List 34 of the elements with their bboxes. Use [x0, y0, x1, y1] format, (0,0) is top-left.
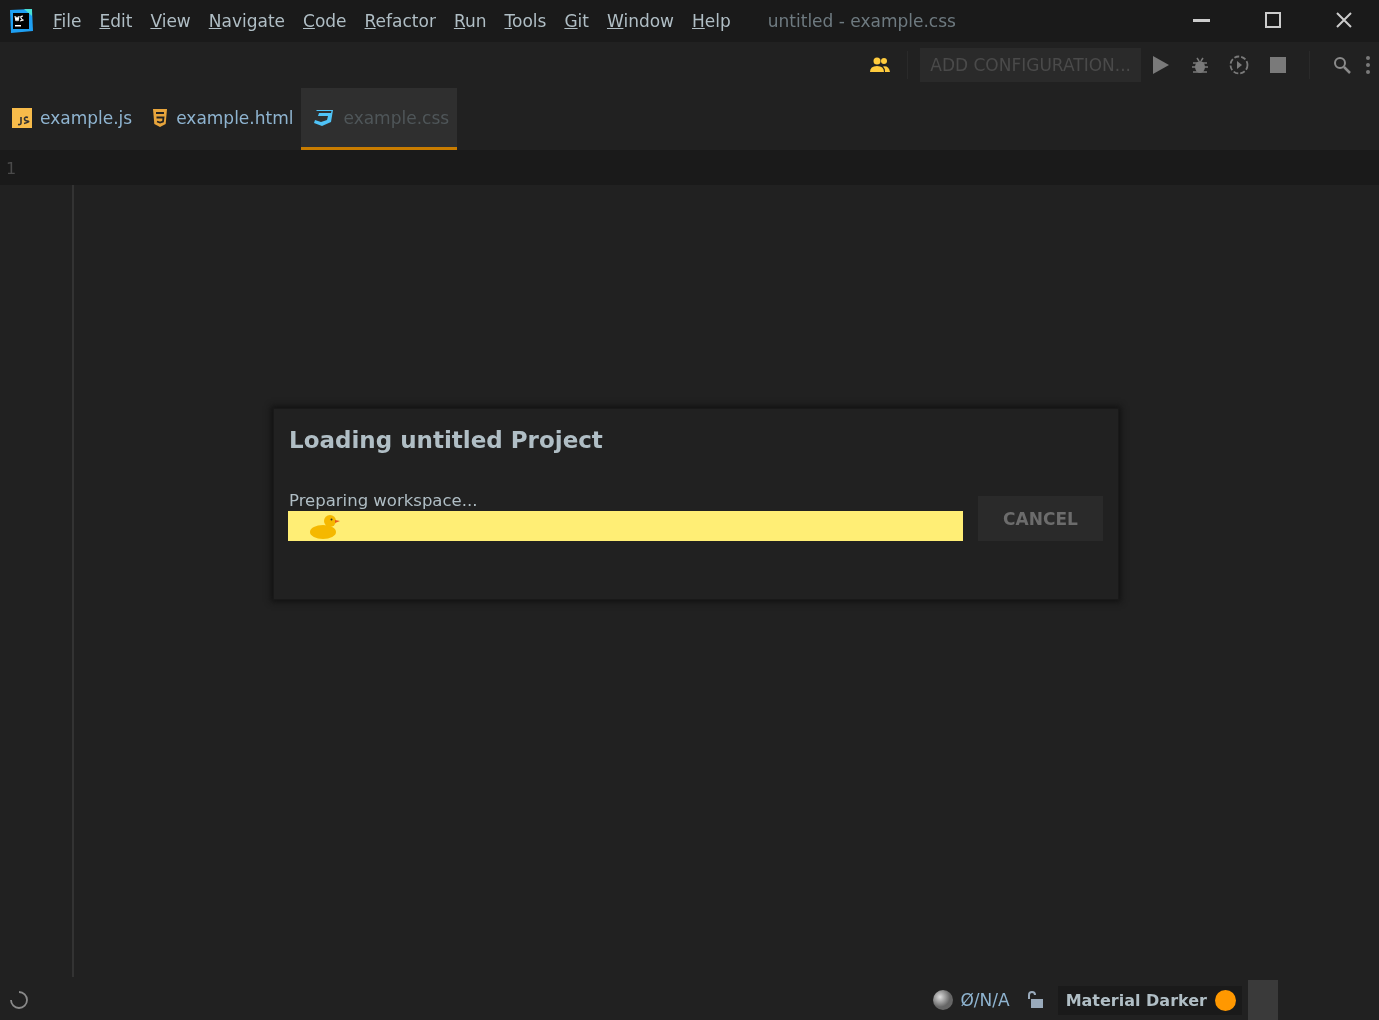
menu-item[interactable]: Tools [495, 11, 556, 31]
menu-item[interactable]: Navigate [199, 11, 294, 31]
menu-item[interactable]: Run [444, 11, 496, 31]
people-icon[interactable] [869, 57, 892, 73]
menu-item[interactable]: View [141, 11, 200, 31]
more-icon[interactable] [1366, 56, 1370, 74]
html-file-icon [152, 108, 169, 127]
menu-item[interactable]: Edit [90, 11, 142, 31]
css-file-icon [313, 107, 336, 128]
run-with-coverage-icon[interactable] [1228, 55, 1249, 75]
progress-message: Preparing workspace... [289, 491, 479, 510]
app-logo[interactable] [8, 8, 34, 34]
theme-color-dot [1215, 989, 1236, 1011]
search-icon[interactable] [1332, 56, 1351, 74]
bug-icon[interactable] [1190, 56, 1209, 74]
dialog-title: Loading untitled Project [288, 426, 604, 455]
vcs-status[interactable]: Ø/N/A [960, 990, 1010, 1010]
unlock-icon[interactable] [1025, 991, 1044, 1009]
window-title: untitled - example.css [767, 11, 956, 31]
run-icon[interactable] [1152, 56, 1169, 74]
menu-item[interactable]: Refactor [355, 11, 445, 31]
menu-item[interactable]: Help [683, 11, 740, 31]
status-circle-icon [932, 989, 955, 1011]
theme-name: Material Darker [1065, 990, 1207, 1010]
menu-item[interactable]: Window [597, 11, 683, 31]
editor-tab[interactable]: example.html [140, 88, 302, 150]
menu-item[interactable]: Git [555, 11, 598, 31]
theme-indicator[interactable]: Material Darker [1057, 985, 1242, 1015]
spinner-icon [9, 990, 29, 1010]
js-file-icon [12, 107, 32, 128]
menu-item[interactable]: File [44, 11, 91, 31]
menu-item[interactable]: Code [294, 11, 356, 31]
stop-icon[interactable] [1269, 57, 1286, 73]
editor-tab[interactable]: example.js [0, 88, 141, 150]
